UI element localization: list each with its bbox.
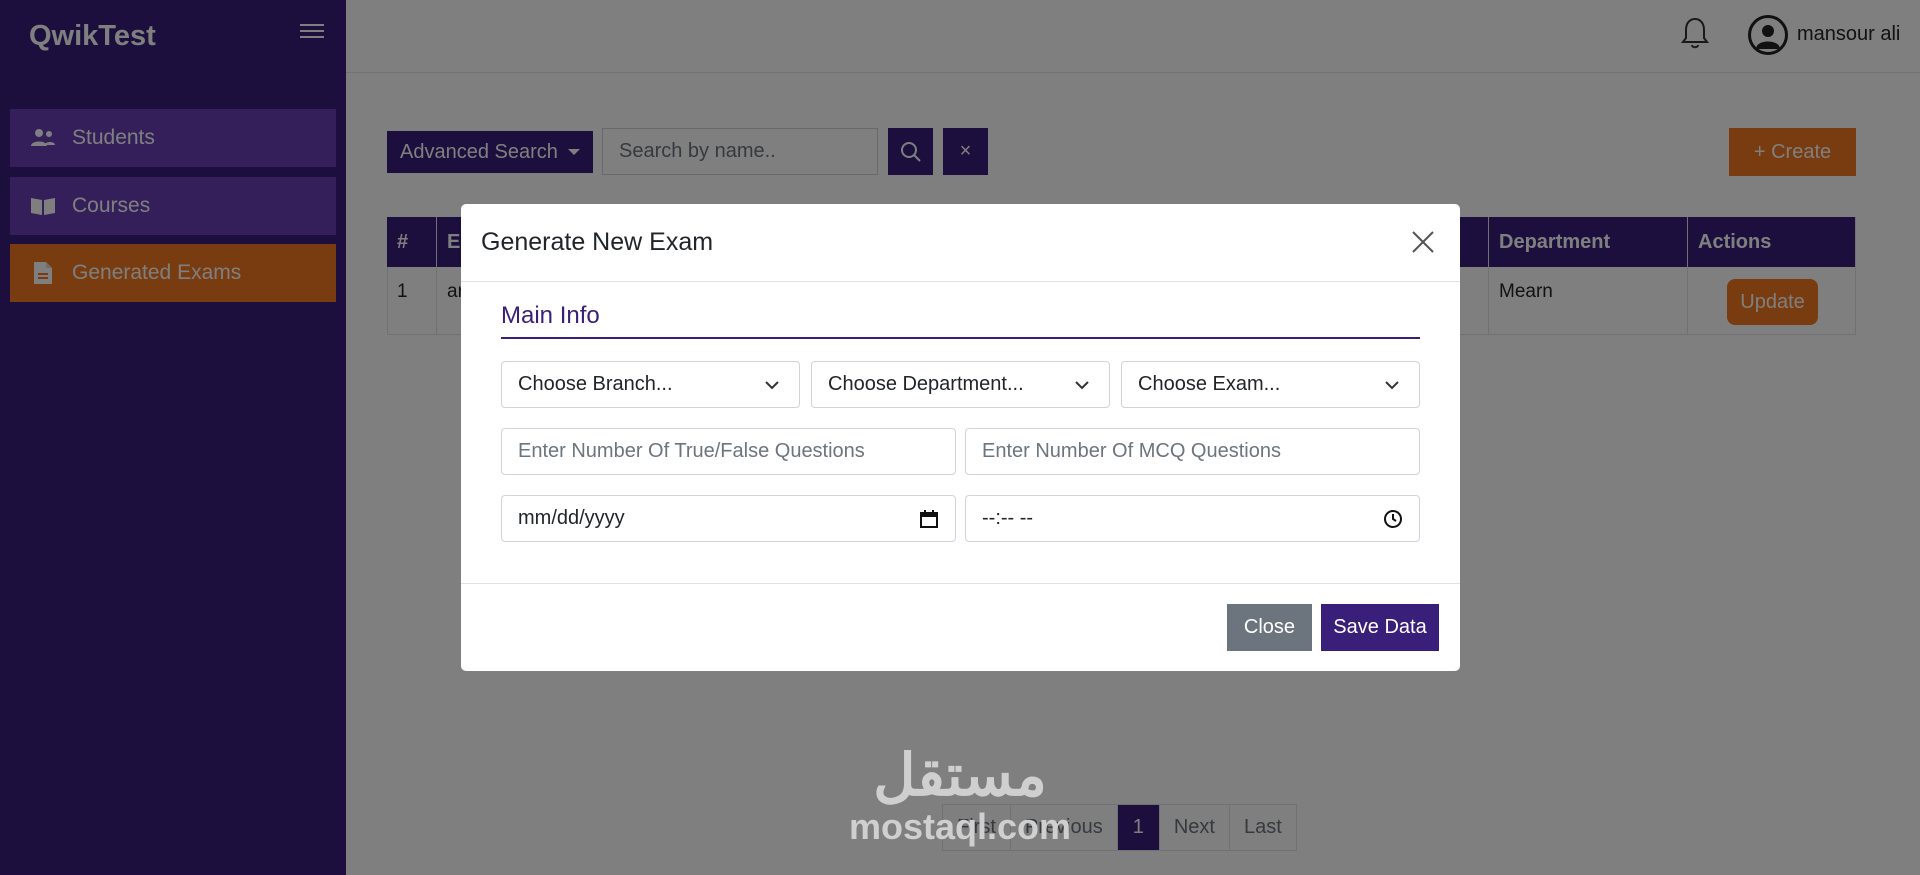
section-title: Main Info <box>501 302 600 329</box>
watermark-latin: mostaql.com <box>848 806 1072 847</box>
generate-exam-modal: Generate New Exam Main Info Choose Branc… <box>461 204 1460 671</box>
department-select-value: Choose Department... <box>828 373 1024 395</box>
watermark: مستقل mostaql.com <box>843 745 1077 860</box>
watermark-arabic: مستقل <box>873 743 1047 808</box>
chevron-down-icon <box>765 381 779 390</box>
date-input[interactable]: mm/dd/yyyy <box>501 495 956 542</box>
modal-header: Generate New Exam <box>461 204 1460 282</box>
exam-select[interactable]: Choose Exam... <box>1121 361 1420 408</box>
clock-icon[interactable] <box>1383 509 1403 529</box>
time-input-value: --:-- -- <box>982 507 1034 529</box>
close-icon[interactable] <box>1411 230 1435 254</box>
calendar-icon[interactable] <box>919 509 939 529</box>
department-select[interactable]: Choose Department... <box>811 361 1110 408</box>
branch-select[interactable]: Choose Branch... <box>501 361 800 408</box>
section-divider <box>501 337 1420 339</box>
exam-select-value: Choose Exam... <box>1138 373 1281 395</box>
branch-select-value: Choose Branch... <box>518 373 673 395</box>
true-false-count-input[interactable]: Enter Number Of True/False Questions <box>501 428 956 475</box>
modal-title: Generate New Exam <box>481 228 714 256</box>
date-input-value: mm/dd/yyyy <box>518 507 625 529</box>
save-data-button[interactable]: Save Data <box>1321 604 1439 651</box>
close-button[interactable]: Close <box>1227 604 1312 651</box>
mcq-count-input[interactable]: Enter Number Of MCQ Questions <box>965 428 1420 475</box>
chevron-down-icon <box>1385 381 1399 390</box>
time-input[interactable]: --:-- -- <box>965 495 1420 542</box>
chevron-down-icon <box>1075 381 1089 390</box>
